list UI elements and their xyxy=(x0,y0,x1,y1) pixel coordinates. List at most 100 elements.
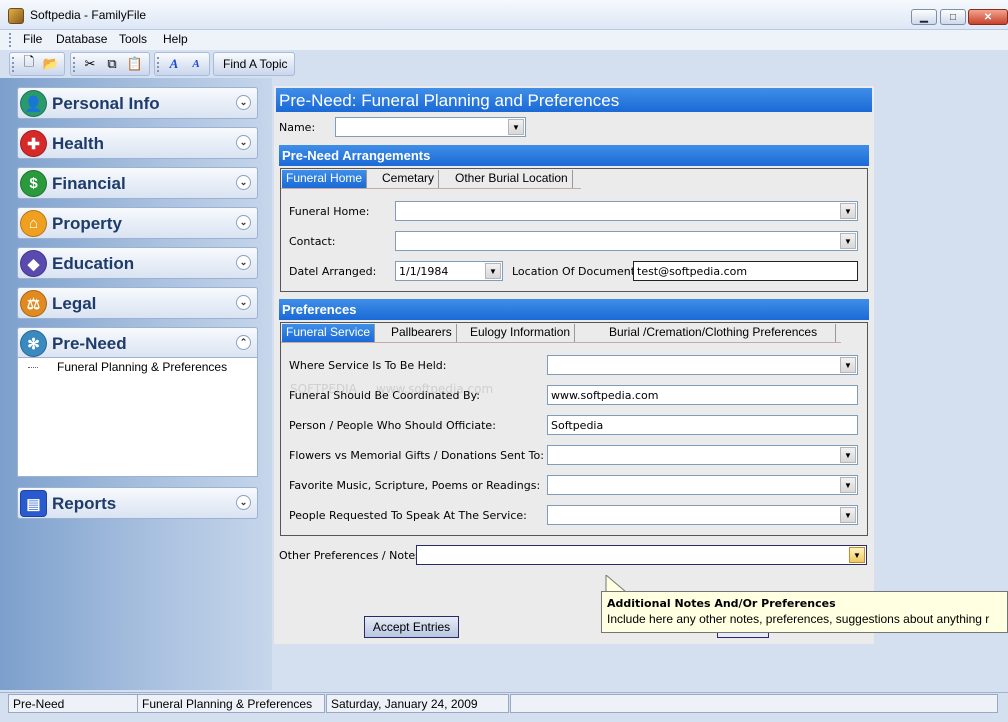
find-topic-button[interactable]: Find A Topic xyxy=(213,52,295,76)
app-icon xyxy=(8,8,24,24)
find-topic-label: Find A Topic xyxy=(223,57,288,71)
toolbar-grip xyxy=(12,57,15,72)
dropdown-arrow-icon[interactable]: ▼ xyxy=(485,263,501,279)
favorite-music-select[interactable]: ▼ xyxy=(547,475,858,495)
dropdown-arrow-icon[interactable]: ▼ xyxy=(849,547,865,563)
status-section: Pre-Need xyxy=(8,694,138,713)
font-larger-icon[interactable]: A xyxy=(166,56,182,72)
pref-label-speakers: People Requested To Speak At The Service… xyxy=(289,509,527,522)
contact-select[interactable]: ▼ xyxy=(395,231,858,251)
tooltip-title: Additional Notes And/Or Preferences xyxy=(607,597,836,610)
tooltip-text: Include here any other notes, preference… xyxy=(607,612,990,626)
name-select[interactable]: ▼ xyxy=(335,117,526,137)
sidebar-item-financial[interactable]: $ Financial ⌄ xyxy=(17,167,258,199)
tab-funeral-home[interactable]: Funeral Home xyxy=(282,170,368,188)
other-notes-input[interactable]: ▼ xyxy=(416,545,867,565)
dropdown-arrow-icon[interactable]: ▼ xyxy=(840,233,856,249)
chevron-up-icon[interactable]: ⌃ xyxy=(236,335,251,350)
dropdown-arrow-icon[interactable]: ▼ xyxy=(508,119,524,135)
scales-icon: ⚖ xyxy=(20,290,47,317)
location-of-documents-label: Location Of Documents: xyxy=(512,265,645,278)
speakers-select[interactable]: ▼ xyxy=(547,505,858,525)
menu-tools[interactable]: Tools xyxy=(116,32,150,46)
toolbar-file-group: 🗋 📂 xyxy=(9,52,65,76)
paste-icon[interactable]: 📋 xyxy=(127,56,143,72)
chevron-down-icon[interactable]: ⌄ xyxy=(236,175,251,190)
status-extra xyxy=(510,694,998,713)
sidebar-item-education[interactable]: ◆ Education ⌄ xyxy=(17,247,258,279)
menu-file[interactable]: File xyxy=(20,32,45,46)
new-file-icon[interactable]: 🗋 xyxy=(21,54,37,72)
sidebar-subitem-funeral-planning[interactable]: Funeral Planning & Preferences xyxy=(57,360,227,374)
report-icon: ▤ xyxy=(20,490,47,517)
chevron-down-icon[interactable]: ⌄ xyxy=(236,295,251,310)
font-smaller-icon[interactable]: A xyxy=(188,56,204,72)
tab-eulogy-information[interactable]: Eulogy Information xyxy=(466,324,576,342)
coordinated-by-value: www.softpedia.com xyxy=(551,389,659,402)
sidebar-item-personal-info[interactable]: 👤 Personal Info ⌄ xyxy=(17,87,258,119)
sidebar-item-legal[interactable]: ⚖ Legal ⌄ xyxy=(17,287,258,319)
pre-need-subpanel: Funeral Planning & Preferences xyxy=(17,357,258,477)
chevron-down-icon[interactable]: ⌄ xyxy=(236,135,251,150)
toolbar-grip xyxy=(157,57,160,72)
funeral-home-select[interactable]: ▼ xyxy=(395,201,858,221)
maximize-icon: □ xyxy=(949,11,957,23)
page-title: Pre-Need: Funeral Planning and Preferenc… xyxy=(276,88,872,112)
sidebar-item-reports[interactable]: ▤ Reports ⌄ xyxy=(17,487,258,519)
close-button[interactable]: ✕ xyxy=(968,9,1008,25)
pref-label-officiate: Person / People Who Should Officiate: xyxy=(289,419,496,432)
coordinated-by-input[interactable]: www.softpedia.com xyxy=(547,385,858,405)
chevron-down-icon[interactable]: ⌄ xyxy=(236,215,251,230)
location-of-documents-input[interactable]: test@softpedia.com xyxy=(633,261,858,281)
app-window: Softpedia - FamilyFile ▁ □ ✕ File Databa… xyxy=(0,0,1008,722)
chevron-down-icon[interactable]: ⌄ xyxy=(236,255,251,270)
pref-label-flowers-donations: Flowers vs Memorial Gifts / Donations Se… xyxy=(289,449,544,462)
tab-burial-cremation-clothing[interactable]: Burial /Cremation/Clothing Preferences xyxy=(603,324,837,342)
open-folder-icon[interactable]: 📂 xyxy=(43,56,59,72)
date-arranged-picker[interactable]: 1/1/1984 ▼ xyxy=(395,261,503,281)
menu-help[interactable]: Help xyxy=(160,32,191,46)
dollar-icon: $ xyxy=(20,170,47,197)
contact-label: Contact: xyxy=(289,235,336,248)
accept-entries-button[interactable]: Accept Entries xyxy=(364,616,459,638)
sidebar-item-label: Personal Info xyxy=(52,94,160,113)
sidebar-item-label: Legal xyxy=(52,294,97,313)
tree-connector xyxy=(28,367,38,368)
dropdown-arrow-icon[interactable]: ▼ xyxy=(840,203,856,219)
preferences-header: Preferences xyxy=(279,299,869,320)
window-title: Softpedia - FamilyFile xyxy=(30,8,147,22)
red-cross-icon: ✚ xyxy=(20,130,47,157)
menu-grip xyxy=(9,33,12,47)
sidebar-item-property[interactable]: ⌂ Property ⌄ xyxy=(17,207,258,239)
copy-icon[interactable]: ⧉ xyxy=(104,56,120,72)
angel-icon: ✻ xyxy=(20,330,47,357)
tab-funeral-service[interactable]: Funeral Service xyxy=(282,324,376,342)
chevron-down-icon[interactable]: ⌄ xyxy=(236,95,251,110)
status-bar: Pre-Need Funeral Planning & Preferences … xyxy=(0,692,1008,722)
dropdown-arrow-icon[interactable]: ▼ xyxy=(840,477,856,493)
dropdown-arrow-icon[interactable]: ▼ xyxy=(840,357,856,373)
chevron-down-icon[interactable]: ⌄ xyxy=(236,495,251,510)
menu-database[interactable]: Database xyxy=(53,32,110,46)
cut-icon[interactable]: ✂ xyxy=(82,56,98,72)
minimize-icon: ▁ xyxy=(920,11,928,23)
arrangements-header: Pre-Need Arrangements xyxy=(279,145,869,166)
sidebar-item-label: Health xyxy=(52,134,104,153)
maximize-button[interactable]: □ xyxy=(940,9,966,25)
dropdown-arrow-icon[interactable]: ▼ xyxy=(840,507,856,523)
minimize-button[interactable]: ▁ xyxy=(911,9,937,25)
sidebar-item-health[interactable]: ✚ Health ⌄ xyxy=(17,127,258,159)
sidebar-item-label: Financial xyxy=(52,174,126,193)
tab-pallbearers[interactable]: Pallbearers xyxy=(387,324,457,342)
date-arranged-label: Datel Arranged: xyxy=(289,265,377,278)
dropdown-arrow-icon[interactable]: ▼ xyxy=(840,447,856,463)
flowers-donations-select[interactable]: ▼ xyxy=(547,445,858,465)
officiate-input[interactable]: Softpedia xyxy=(547,415,858,435)
service-location-select[interactable]: ▼ xyxy=(547,355,858,375)
tab-cemetary[interactable]: Cemetary xyxy=(378,170,440,188)
name-label: Name: xyxy=(279,121,316,134)
sidebar-item-label: Reports xyxy=(52,494,117,513)
sidebar-item-pre-need[interactable]: ✻ Pre-Need ⌃ xyxy=(17,327,258,359)
toolbar: 🗋 📂 ✂ ⧉ 📋 A A xyxy=(0,51,1008,78)
tab-other-burial-location[interactable]: Other Burial Location xyxy=(451,170,573,188)
